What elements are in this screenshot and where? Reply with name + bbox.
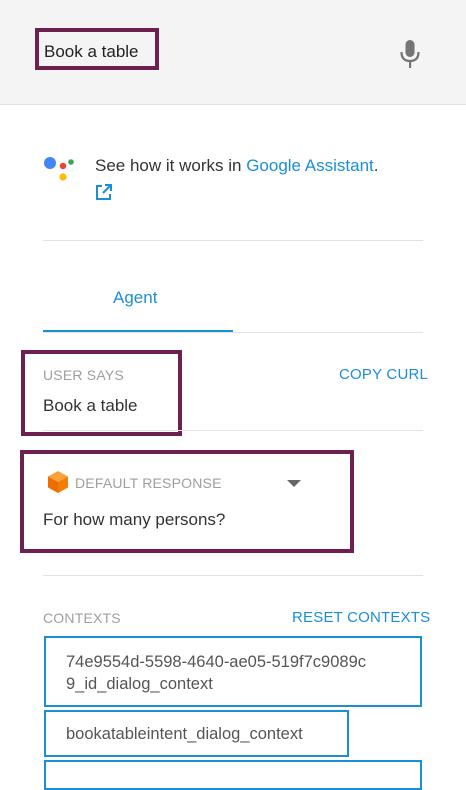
query-bar: Book a table — [0, 0, 466, 105]
context-chip[interactable]: 74e9554d-5598-4640-ae05-519f7c9089c 9_id… — [44, 636, 422, 707]
tab-agent[interactable]: Agent — [43, 262, 233, 332]
tab-agent-label: Agent — [113, 288, 158, 307]
assistant-text: See how it works in Google Assistant. — [95, 156, 379, 176]
context-chip-line: 74e9554d-5598-4640-ae05-519f7c9089c — [66, 653, 367, 671]
divider — [43, 575, 423, 576]
external-link-icon[interactable] — [95, 183, 113, 201]
microphone-icon[interactable] — [399, 39, 421, 69]
assistant-prefix: See how it works in — [95, 156, 247, 175]
copy-curl-button[interactable]: COPY CURL — [339, 366, 428, 383]
default-response-highlight-box — [20, 450, 354, 553]
tabs-divider — [43, 332, 423, 333]
context-chip-partial[interactable] — [44, 760, 422, 790]
context-chip-line: bookatableintent_dialog_context — [66, 725, 303, 743]
query-highlight-box — [35, 28, 159, 70]
divider — [43, 430, 423, 431]
assistant-suffix: . — [373, 156, 379, 175]
google-assistant-icon — [44, 157, 74, 181]
contexts-label: CONTEXTS — [43, 610, 121, 626]
google-assistant-link[interactable]: Google Assistant — [246, 156, 374, 175]
context-chip[interactable]: bookatableintent_dialog_context — [44, 710, 349, 757]
reset-contexts-button[interactable]: RESET CONTEXTS — [292, 609, 430, 626]
divider — [43, 240, 423, 241]
context-chip-line: 9_id_dialog_context — [66, 675, 213, 693]
user-says-highlight-box — [21, 350, 182, 436]
